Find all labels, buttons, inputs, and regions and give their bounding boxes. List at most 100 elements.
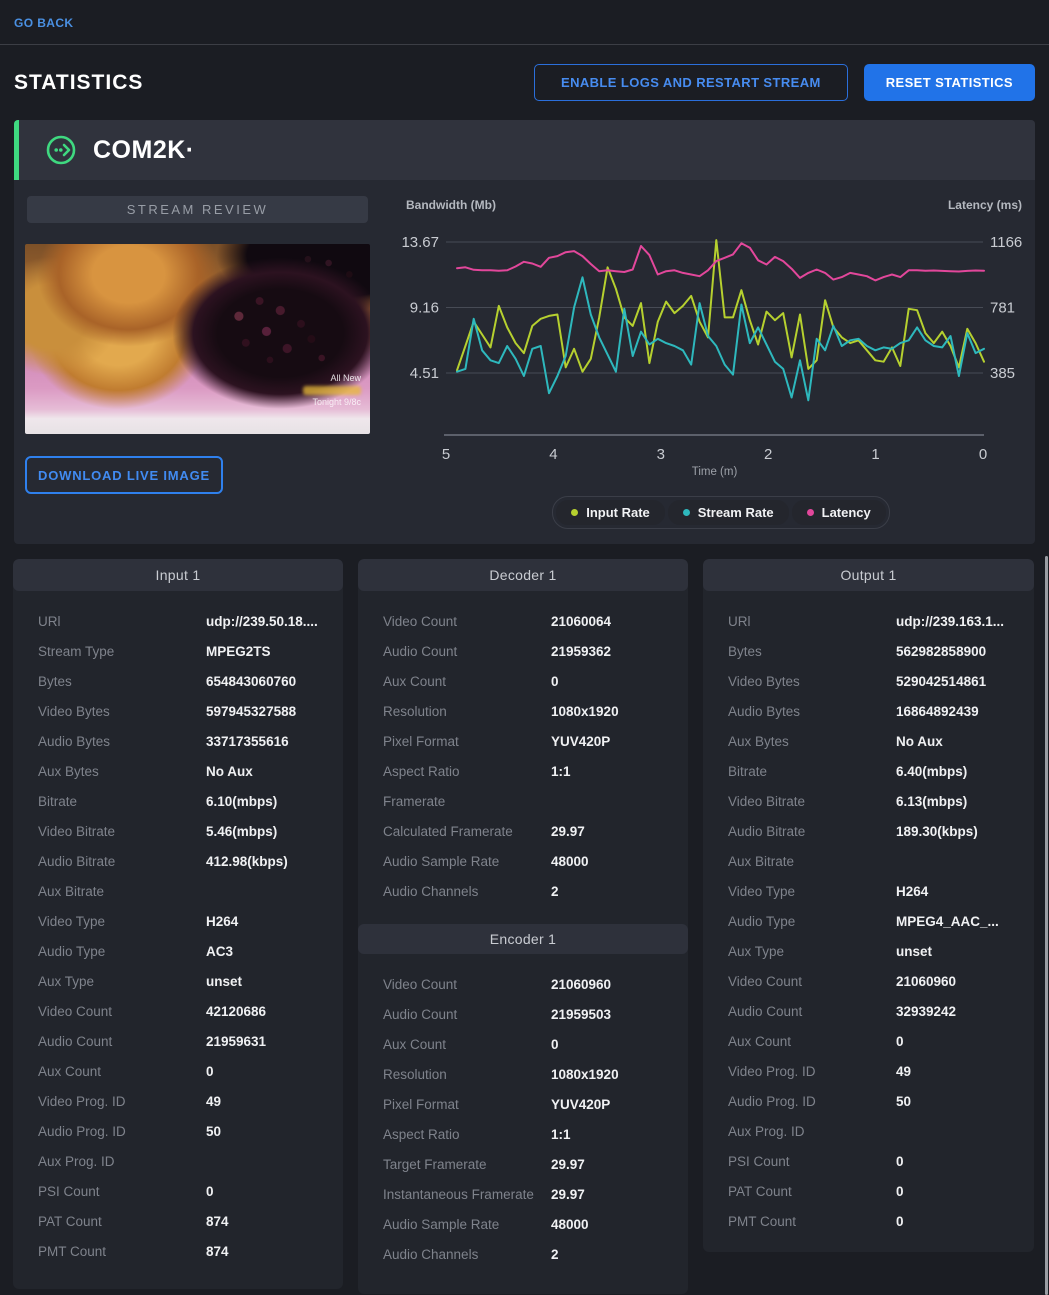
stat-row: Bytes562982858900 <box>728 636 1016 666</box>
stat-value: unset <box>896 944 932 959</box>
stat-value: 29.97 <box>551 1187 585 1202</box>
stat-row: URludp://239.50.18.... <box>38 606 325 636</box>
stat-row: Audio Bitrate412.98(kbps) <box>38 846 325 876</box>
svg-text:4.51: 4.51 <box>410 365 439 382</box>
stat-label: Audio Type <box>728 914 896 929</box>
card-body: Video Count21060960Audio Count21959503Au… <box>358 954 688 1269</box>
live-image: All New Tonight 9/8c <box>25 244 370 434</box>
stat-value: 21959503 <box>551 1007 611 1022</box>
stat-label: PAT Count <box>38 1214 206 1229</box>
top-bar: GO BACK <box>0 0 1049 44</box>
svg-text:9.16: 9.16 <box>410 300 439 317</box>
stat-value: H264 <box>896 884 928 899</box>
title-buttons: ENABLE LOGS AND RESTART STREAM RESET STA… <box>534 64 1035 101</box>
stat-label: PSI Count <box>728 1154 896 1169</box>
stat-label: Aux Prog. ID <box>38 1154 206 1169</box>
stat-row: Audio TypeMPEG4_AAC_... <box>728 906 1016 936</box>
stat-value: 6.13(mbps) <box>896 794 967 809</box>
stat-label: Audio Count <box>728 1004 896 1019</box>
stat-value: 29.97 <box>551 1157 585 1172</box>
stat-value: 32939242 <box>896 1004 956 1019</box>
legend-item-input-rate[interactable]: Input Rate <box>556 500 665 525</box>
stat-row: Audio Count21959362 <box>383 636 670 666</box>
stat-label: Aux Type <box>728 944 896 959</box>
channel-header: COM2K· <box>14 120 1035 180</box>
overlay-line-2: Tonight 9/8c <box>303 397 361 408</box>
stat-value: 21060960 <box>896 974 956 989</box>
stat-row: Bitrate6.40(mbps) <box>728 756 1016 786</box>
go-back-link[interactable]: GO BACK <box>14 16 73 30</box>
stat-value: 1080x1920 <box>551 1067 619 1082</box>
stat-label: Audio Count <box>383 1007 551 1022</box>
download-live-image-button[interactable]: DOWNLOAD LIVE IMAGE <box>25 456 223 494</box>
stat-value: udp://239.50.18.... <box>206 614 318 629</box>
stat-label: Instantaneous Framerate <box>383 1187 551 1202</box>
stat-label: Aux Bytes <box>38 764 206 779</box>
stat-label: Audio Count <box>383 644 551 659</box>
scrollbar-thumb[interactable] <box>1045 556 1048 1295</box>
stat-value: 412.98(kbps) <box>206 854 288 869</box>
chart-legend: Input RateStream RateLatency <box>396 496 1046 529</box>
legend-item-stream-rate[interactable]: Stream Rate <box>668 500 789 525</box>
stat-value: 33717355616 <box>206 734 289 749</box>
stat-label: Video Prog. ID <box>728 1064 896 1079</box>
stat-row: Aux Bitrate <box>38 876 325 906</box>
stat-row: URludp://239.163.1... <box>728 606 1016 636</box>
stat-label: Aux Prog. ID <box>728 1124 896 1139</box>
stat-row: Audio Channels2 <box>383 1239 670 1269</box>
stat-label: Audio Prog. ID <box>38 1124 206 1139</box>
stat-row: Resolution1080x1920 <box>383 696 670 726</box>
stat-label: Audio Channels <box>383 1247 551 1262</box>
channel-panel: COM2K· STREAM REVIEW All New Tonight 9/8… <box>14 120 1035 544</box>
axis-titles: Bandwidth (Mb) Latency (ms) <box>396 198 1046 212</box>
stat-value: 21060064 <box>551 614 611 629</box>
stat-label: Audio Sample Rate <box>383 854 551 869</box>
reset-statistics-button[interactable]: RESET STATISTICS <box>864 64 1035 101</box>
stat-label: Video Type <box>728 884 896 899</box>
stat-label: Audio Bytes <box>38 734 206 749</box>
stat-value: 0 <box>206 1064 214 1079</box>
stat-value: 21959362 <box>551 644 611 659</box>
stat-row: Aux Count0 <box>728 1026 1016 1056</box>
stat-label: Aspect Ratio <box>383 1127 551 1142</box>
stat-row: Audio Prog. ID50 <box>38 1116 325 1146</box>
svg-text:4: 4 <box>549 446 557 463</box>
stat-row: PSI Count0 <box>38 1176 325 1206</box>
legend-box: Input RateStream RateLatency <box>552 496 890 529</box>
stat-label: Aux Bytes <box>728 734 896 749</box>
stat-value: 42120686 <box>206 1004 266 1019</box>
stat-value: 50 <box>896 1094 911 1109</box>
stat-value: unset <box>206 974 242 989</box>
overlay-logo-blob <box>303 386 361 395</box>
stat-value: 1:1 <box>551 1127 571 1142</box>
stat-row: Stream TypeMPEG2TS <box>38 636 325 666</box>
stat-value: 50 <box>206 1124 221 1139</box>
stat-value: 21959631 <box>206 1034 266 1049</box>
stat-row: Video TypeH264 <box>728 876 1016 906</box>
stat-value: YUV420P <box>551 734 610 749</box>
stat-label: Resolution <box>383 1067 551 1082</box>
image-overlay-text: All New Tonight 9/8c <box>303 373 361 409</box>
card-body: Video Count21060064Audio Count21959362Au… <box>358 591 688 906</box>
stat-value: 1080x1920 <box>551 704 619 719</box>
stat-value: 874 <box>206 1244 229 1259</box>
stat-row: PMT Count0 <box>728 1206 1016 1236</box>
stat-value: udp://239.163.1... <box>896 614 1004 629</box>
stat-value: 597945327588 <box>206 704 296 719</box>
stat-label: Video Count <box>383 614 551 629</box>
stat-label: Aux Count <box>383 674 551 689</box>
stat-label: Pixel Format <box>383 1097 551 1112</box>
stat-value: 0 <box>896 1214 904 1229</box>
stat-row: Aux Count0 <box>383 1029 670 1059</box>
brand-name: COM2K· <box>93 136 195 165</box>
stat-label: Audio Channels <box>383 884 551 899</box>
stat-row: Video Count21060960 <box>728 966 1016 996</box>
svg-text:1166: 1166 <box>990 234 1022 251</box>
stat-label: PSI Count <box>38 1184 206 1199</box>
stat-label: Bytes <box>38 674 206 689</box>
stat-label: Audio Sample Rate <box>383 1217 551 1232</box>
card-body: URludp://239.50.18....Stream TypeMPEG2TS… <box>13 591 343 1266</box>
svg-text:781: 781 <box>990 300 1015 317</box>
legend-item-latency[interactable]: Latency <box>792 500 886 525</box>
enable-logs-restart-button[interactable]: ENABLE LOGS AND RESTART STREAM <box>534 64 848 101</box>
